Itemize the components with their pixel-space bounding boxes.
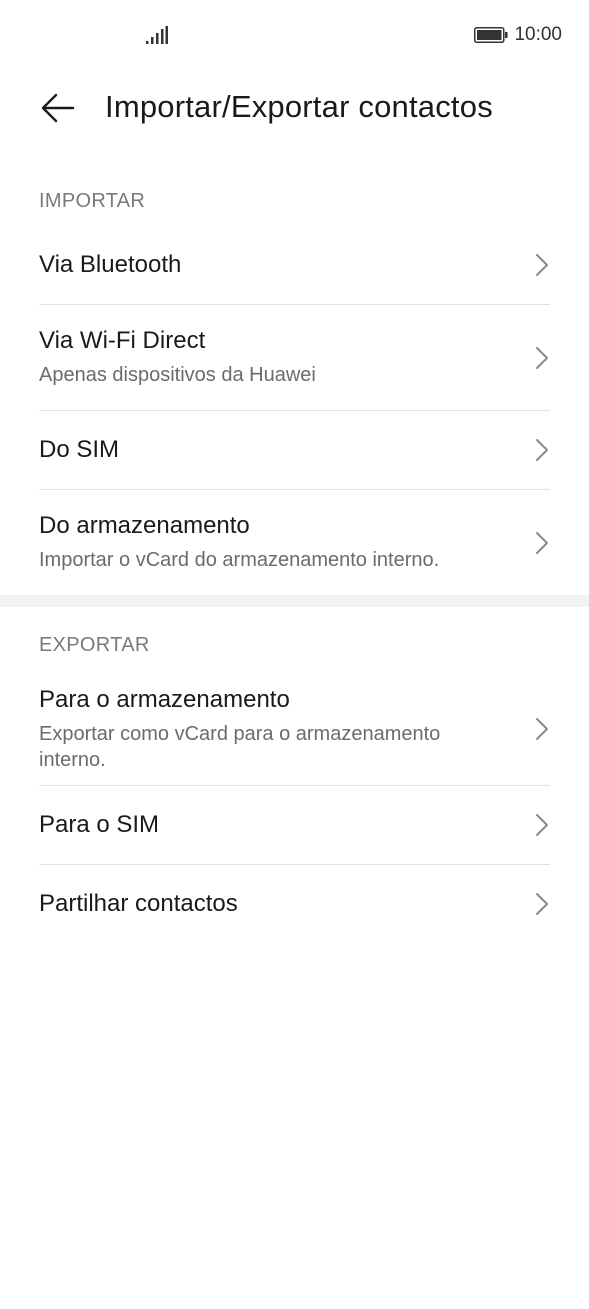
battery-full-icon: [474, 27, 508, 43]
item-title: Para o armazenamento: [39, 685, 290, 713]
list-item-partilhar-contactos[interactable]: Partilhar contactos: [39, 865, 550, 943]
list-item-via-wifi-direct[interactable]: Via Wi-Fi Direct Apenas dispositivos da …: [39, 305, 550, 410]
page-title: Importar/Exportar contactos: [105, 89, 493, 124]
list-item-do-sim[interactable]: Do SIM: [39, 411, 550, 489]
item-title: Via Wi-Fi Direct: [39, 327, 206, 354]
chevron-right-icon: [536, 814, 548, 836]
item-title: Via Bluetooth: [39, 251, 182, 278]
section-header-export: EXPORTAR: [39, 634, 150, 656]
chevron-right-icon: [536, 893, 548, 915]
chevron-right-icon: [536, 718, 548, 740]
status-bar: 10:00: [0, 0, 589, 72]
chevron-right-icon: [536, 254, 548, 276]
list-item-para-armazenamento[interactable]: Para o armazenamento Exportar como vCard…: [39, 673, 550, 785]
section-gap: [0, 595, 589, 607]
back-button[interactable]: [36, 86, 80, 130]
status-time: 10:00: [514, 24, 562, 45]
list-item-via-bluetooth[interactable]: Via Bluetooth: [39, 226, 550, 304]
signal-bars-icon: [146, 26, 168, 44]
item-title: Para o SIM: [39, 811, 160, 838]
item-title: Do SIM: [39, 436, 120, 463]
header: Importar/Exportar contactos: [0, 72, 589, 168]
list-item-para-sim[interactable]: Para o SIM: [39, 786, 550, 864]
item-subtitle: Importar o vCard do armazenamento intern…: [39, 549, 440, 571]
arrow-left-icon: [41, 93, 75, 123]
chevron-right-icon: [536, 531, 548, 554]
chevron-right-icon: [536, 346, 548, 369]
item-title: Partilhar contactos: [39, 890, 238, 917]
status-right: 10:00: [474, 24, 562, 46]
item-title: Do armazenamento: [39, 512, 250, 539]
chevron-right-icon: [536, 439, 548, 461]
section-header-import: IMPORTAR: [39, 190, 146, 212]
item-subtitle: Apenas dispositivos da Huawei: [39, 364, 316, 386]
list-item-do-armazenamento[interactable]: Do armazenamento Importar o vCard do arm…: [39, 490, 550, 595]
item-subtitle: Exportar como vCard para o armazenamento…: [39, 722, 441, 771]
